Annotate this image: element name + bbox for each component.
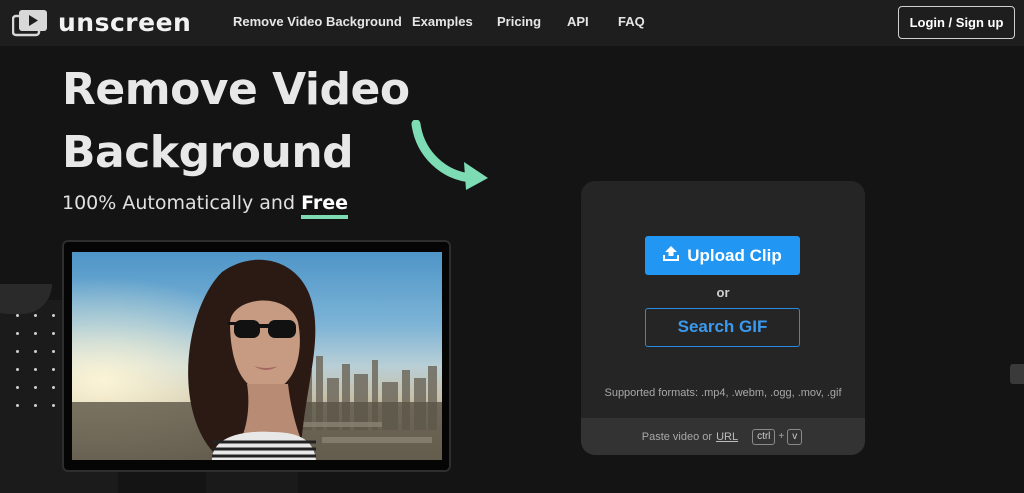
decorative-dot — [16, 386, 19, 389]
decorative-dot — [52, 368, 55, 371]
demo-video-preview — [72, 252, 442, 460]
paste-hint-text: Paste video or — [641, 430, 713, 443]
upload-clip-label: Upload Clip — [687, 245, 782, 265]
plus-sign: + — [778, 431, 785, 442]
top-navbar: unscreen Remove Video Background Example… — [0, 0, 1024, 46]
nav-link-pricing[interactable]: Pricing — [497, 14, 541, 29]
hero-subtitle: 100% Automatically and Free — [62, 192, 348, 219]
upload-card: Upload Clip or Search GIF Supported form… — [581, 181, 865, 455]
decorative-dot — [16, 404, 19, 407]
decorative-dot — [16, 350, 19, 353]
nav-link-api[interactable]: API — [567, 14, 589, 29]
v-key-hint: v — [787, 428, 803, 445]
paste-url-link[interactable]: URL — [716, 431, 738, 443]
decorative-dot — [52, 332, 55, 335]
decorative-dot — [16, 368, 19, 371]
decorative-dot — [52, 350, 55, 353]
hero-subtitle-highlight: Free — [301, 192, 348, 219]
search-gif-button[interactable]: Search GIF — [645, 308, 800, 347]
decorative-dot — [34, 404, 37, 407]
nav-link-examples[interactable]: Examples — [412, 14, 473, 29]
side-tab-handle[interactable] — [1010, 364, 1024, 384]
decorative-dot — [34, 386, 37, 389]
or-separator: or — [716, 285, 730, 300]
paste-hint-bar: Paste video or URL ctrl + v — [581, 418, 865, 455]
nav-link-faq[interactable]: FAQ — [618, 14, 645, 29]
ctrl-key-hint: ctrl — [752, 428, 776, 445]
decorative-dot — [34, 332, 37, 335]
decorative-dot — [16, 314, 19, 317]
decorative-dot — [34, 350, 37, 353]
decorative-dot — [52, 386, 55, 389]
play-stack-icon — [11, 9, 48, 37]
decorative-dot — [34, 368, 37, 371]
monitor-stand — [206, 472, 298, 493]
decorative-dot — [52, 404, 55, 407]
supported-formats-text: Supported formats: .mp4, .webm, .ogg, .m… — [604, 387, 842, 399]
demo-monitor — [62, 240, 451, 472]
hero-subtitle-text: 100% Automatically and — [62, 192, 302, 214]
decorative-dot — [52, 314, 55, 317]
curved-arrow-icon — [408, 119, 490, 196]
hero-title: Remove Video Background — [62, 64, 410, 178]
brand-name: unscreen — [58, 8, 192, 37]
decorative-dot — [34, 314, 37, 317]
nav-link-remove-video-background[interactable]: Remove Video Background — [233, 14, 402, 29]
brand-logo[interactable]: unscreen — [11, 8, 192, 37]
login-signup-button[interactable]: Login / Sign up — [898, 6, 1015, 39]
upload-clip-button[interactable]: Upload Clip — [645, 236, 800, 275]
upload-icon — [663, 245, 687, 266]
decorative-dot — [16, 332, 19, 335]
